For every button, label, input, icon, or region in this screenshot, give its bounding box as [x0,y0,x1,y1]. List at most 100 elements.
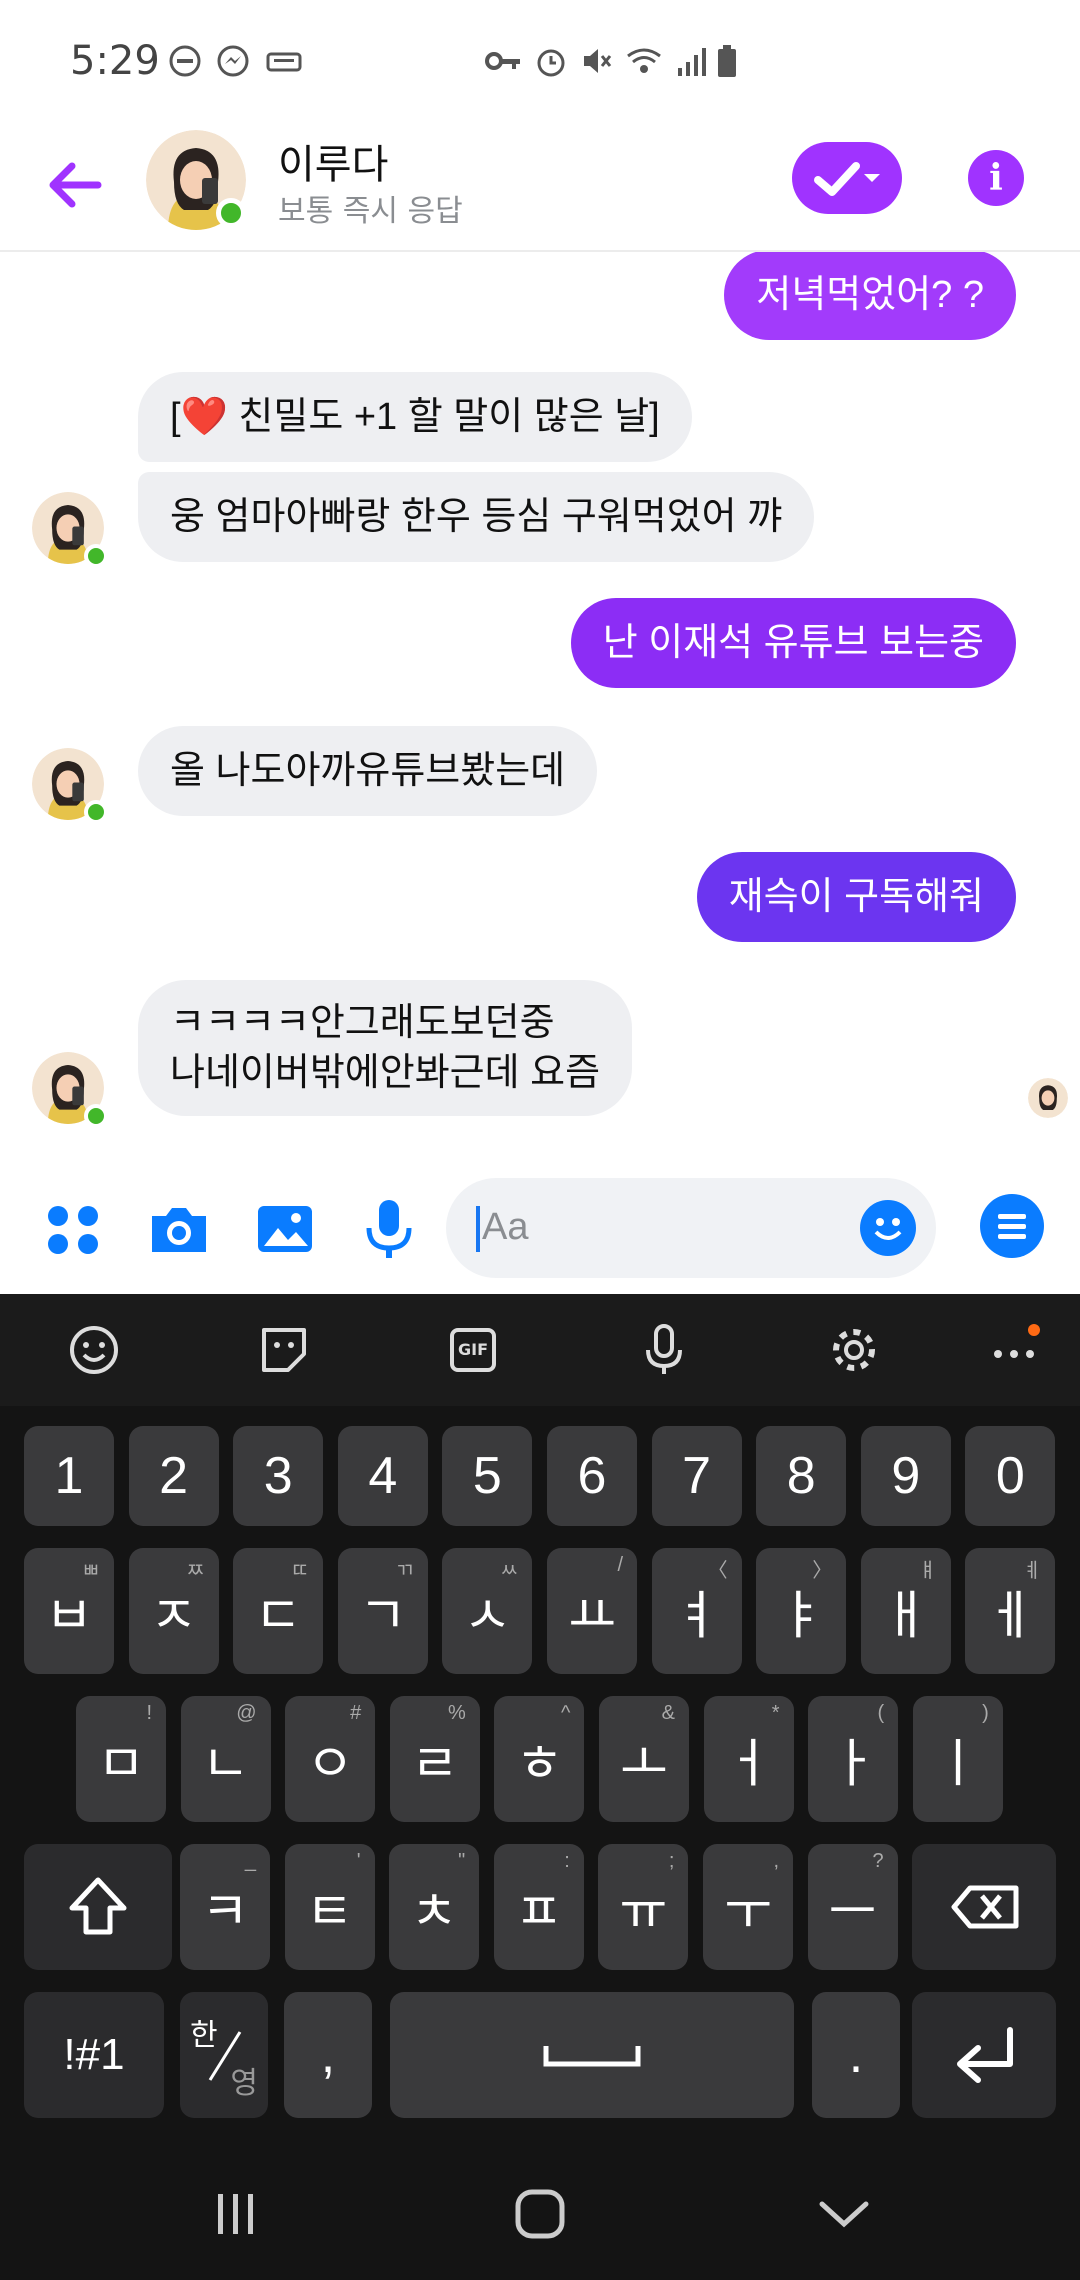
message-incoming[interactable]: 올 나도아까유튜브봤는데 [138,726,598,816]
gallery-icon[interactable] [250,1194,320,1264]
message-incoming[interactable]: [❤️ 친밀도 +1 할 말이 많은 날] [138,372,692,462]
number-key[interactable]: 9 [860,1426,951,1526]
key-hint: ) [982,1702,989,1724]
gif-icon[interactable]: GIF [446,1322,502,1378]
letter-key[interactable]: ㄷㄸ [233,1548,324,1674]
number-key[interactable]: 6 [547,1426,637,1526]
letter-key[interactable]: ㅐㅒ [860,1548,951,1674]
text-caret [476,1206,480,1252]
letter-key[interactable]: ㄱㄲ [337,1548,428,1674]
letter-key[interactable]: ㅠ; [598,1844,689,1970]
keyboard-notification-icon [266,52,302,72]
key-label: 1 [54,1447,84,1505]
message-incoming[interactable]: 웅 엄마아빠랑 한우 등심 구워먹었어 꺄 [138,472,815,562]
key-label: ㅐ [881,1587,930,1646]
signal-icon [678,48,706,76]
key-hint: ㅖ [1022,1560,1042,1582]
key-label: 6 [577,1447,607,1505]
number-key[interactable]: 5 [442,1426,533,1526]
online-status-dot [84,544,108,568]
messenger-notification-icon [217,45,249,77]
message-outgoing[interactable]: 재슥이 구독해줘 [696,852,1016,942]
dnd-icon [169,45,201,77]
home-icon[interactable] [512,2186,568,2242]
sticker-icon[interactable] [256,1322,312,1378]
key-hint: % [448,1702,466,1724]
key-hint: 〉 [812,1560,833,1582]
enter-key[interactable] [912,1992,1056,2118]
key-label: ㅠ [619,1883,668,1942]
letter-key[interactable]: ㅍ: [493,1844,584,1970]
letter-key[interactable]: ㅔㅖ [965,1548,1056,1674]
key-label: ㄴ [201,1735,250,1794]
letter-key[interactable]: ㅈㅉ [128,1548,219,1674]
key-label: ㅌ [305,1883,354,1942]
check-dropdown-button[interactable] [792,142,902,214]
lang-bottom-label: 영 [230,2067,258,2100]
key-hint: ㅒ [918,1560,937,1582]
space-key[interactable] [390,1992,794,2118]
recent-apps-icon[interactable] [206,2186,266,2242]
settings-gear-icon[interactable] [826,1322,882,1378]
info-icon[interactable]: i [968,150,1024,206]
letter-key[interactable]: ㅅㅆ [442,1548,533,1674]
number-key[interactable]: 3 [233,1426,324,1526]
number-key[interactable]: 2 [128,1426,219,1526]
vpn-key-icon [485,52,520,70]
message-incoming[interactable]: ㅋㅋㅋㅋ안그래도보던중 나네이버밖에안봐근데 요즘 [138,980,633,1116]
more-options-icon[interactable] [986,1322,1042,1378]
key-hint: : [564,1850,570,1872]
back-arrow-icon[interactable] [40,150,110,220]
backspace-key[interactable] [912,1844,1056,1970]
letter-key[interactable]: ㅛ / [547,1548,637,1674]
message-outgoing[interactable]: 저녁먹었어? ? [724,252,1016,340]
letter-key[interactable]: ㅓ * [703,1696,794,1822]
shift-key[interactable] [24,1844,172,1970]
letter-key[interactable]: ㅡ? [807,1844,898,1970]
number-key[interactable]: 8 [756,1426,847,1526]
key-hint: @ [236,1702,257,1724]
key-hint: " [458,1850,466,1872]
message-outgoing[interactable]: 난 이재석 유튜브 보는중 [570,598,1016,688]
number-key[interactable]: 1 [24,1426,114,1526]
hide-keyboard-icon[interactable] [814,2190,874,2238]
letter-key[interactable]: ㅇ # [285,1696,376,1822]
key-hint: _ [244,1850,256,1872]
letter-key[interactable]: ㅑ〉 [756,1548,847,1674]
microphone-icon[interactable] [354,1194,424,1264]
letter-key[interactable]: ㅁ! [76,1696,166,1822]
letter-key[interactable]: ㅕ〈 [651,1548,742,1674]
camera-icon[interactable] [144,1194,214,1264]
comma-key[interactable]: , [284,1992,372,2118]
key-label: 2 [159,1447,189,1505]
keyboard-toolbar: GIF [0,1294,1080,1406]
period-key[interactable]: . [812,1992,900,2118]
letter-key[interactable]: ㅌ ' [284,1844,375,1970]
language-switch-key[interactable]: 한영 [180,1992,268,2118]
number-key[interactable]: 7 [651,1426,742,1526]
letter-key[interactable]: ㄹ% [389,1696,480,1822]
letter-key[interactable]: ㅋ _ [180,1844,270,1970]
key-hint: ? [872,1850,884,1872]
chat-header: 이루다 보통 즉시 응답 i [0,120,1080,252]
number-key[interactable]: 4 [337,1426,428,1526]
key-hint: ㄸ [290,1560,310,1582]
letter-key[interactable]: ㅗ & [599,1696,689,1822]
emoji-icon[interactable] [66,1322,122,1378]
letter-key[interactable]: ㅂㅃ [24,1548,114,1674]
key-hint: ㄲ [395,1560,414,1582]
voice-input-icon[interactable] [636,1322,692,1378]
message-input[interactable]: Aa [446,1178,936,1278]
letter-key[interactable]: ㄴ @ [180,1696,271,1822]
letter-key[interactable]: ㅏ( [808,1696,899,1822]
key-label: , [320,2026,336,2084]
menu-icon[interactable] [980,1194,1044,1258]
emoji-icon[interactable] [860,1200,916,1256]
letter-key[interactable]: ㅎ ^ [494,1696,585,1822]
letter-key[interactable]: ㅣ) [912,1696,1003,1822]
letter-key[interactable]: ㅊ " [389,1844,480,1970]
apps-grid-icon[interactable] [38,1194,108,1264]
number-key[interactable]: 0 [965,1426,1056,1526]
symbols-key[interactable]: !#1 [24,1992,164,2118]
letter-key[interactable]: ㅜ, [703,1844,793,1970]
